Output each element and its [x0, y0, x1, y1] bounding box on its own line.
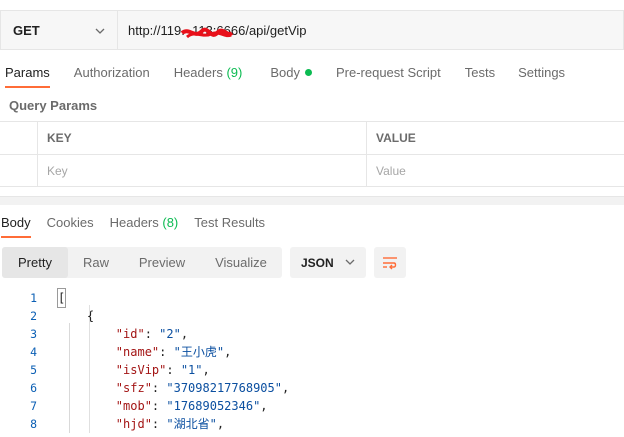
view-raw-button[interactable]: Raw	[68, 247, 124, 278]
pane-divider[interactable]	[0, 196, 624, 205]
view-preview-button[interactable]: Preview	[124, 247, 200, 278]
wrap-lines-button[interactable]	[374, 247, 406, 278]
format-select[interactable]: JSON	[290, 247, 366, 278]
tab-settings[interactable]: Settings	[518, 60, 565, 86]
body-indicator-dot	[304, 69, 312, 76]
code-line: 6 "sfz": "37098217768905",	[30, 381, 290, 395]
chevron-down-icon	[345, 259, 355, 265]
response-body-viewer[interactable]: 1[ 2 { 3 "id": "2", 4 "name": "王小虎", 5 "…	[0, 288, 624, 433]
view-visualize-button[interactable]: Visualize	[200, 247, 282, 278]
code-line: 1[	[30, 288, 67, 308]
code-line: 2 {	[30, 309, 95, 323]
code-line: 7 "mob": "17689052346",	[30, 399, 268, 413]
param-key-input[interactable]: Key	[38, 155, 367, 186]
headers-count: (9)	[226, 65, 243, 80]
response-headers-count: (8)	[162, 215, 179, 230]
request-tabs: Params Authorization Headers (9) Body Pr…	[0, 60, 565, 88]
table-header-row: KEY VALUE	[0, 121, 624, 154]
tab-test-results[interactable]: Test Results	[194, 210, 265, 236]
table-row: Key Value	[0, 154, 624, 187]
format-label: JSON	[301, 255, 334, 270]
response-toolbar: Pretty Raw Preview Visualize JSON	[0, 247, 624, 279]
code-line: 3 "id": "2",	[30, 327, 189, 341]
tab-response-body[interactable]: Body	[1, 210, 31, 238]
tab-cookies[interactable]: Cookies	[47, 210, 94, 236]
key-column-header: KEY	[47, 131, 72, 145]
query-params-title: Query Params	[9, 98, 98, 113]
view-mode-selector: Pretty Raw Preview Visualize	[2, 247, 282, 278]
tab-authorization[interactable]: Authorization	[74, 60, 150, 86]
value-column-header: VALUE	[376, 131, 416, 145]
tab-params[interactable]: Params	[5, 60, 50, 88]
url-bar: GET http://119. .113:6666/api/getVip	[0, 10, 624, 50]
method-label: GET	[13, 22, 40, 38]
response-tabs: Body Cookies Headers (8) Test Results	[0, 210, 265, 238]
code-line: 4 "name": "王小虎",	[30, 345, 232, 359]
tab-response-headers[interactable]: Headers (8)	[110, 210, 179, 236]
chevron-down-icon	[95, 28, 105, 34]
method-select[interactable]: GET	[0, 10, 117, 50]
code-line: 8 "hjd": "湖北省",	[30, 417, 225, 431]
redaction-scribble	[181, 27, 233, 39]
wrap-lines-icon	[383, 256, 397, 269]
query-params-table: KEY VALUE Key Value	[0, 121, 624, 187]
view-pretty-button[interactable]: Pretty	[2, 247, 68, 278]
tab-body[interactable]: Body	[270, 60, 312, 86]
tab-tests[interactable]: Tests	[465, 60, 495, 86]
param-value-input[interactable]: Value	[367, 155, 624, 186]
tab-headers[interactable]: Headers (9)	[174, 60, 243, 86]
tab-pre-request-script[interactable]: Pre-request Script	[336, 60, 441, 86]
code-line: 5 "isVip": "1",	[30, 363, 210, 377]
